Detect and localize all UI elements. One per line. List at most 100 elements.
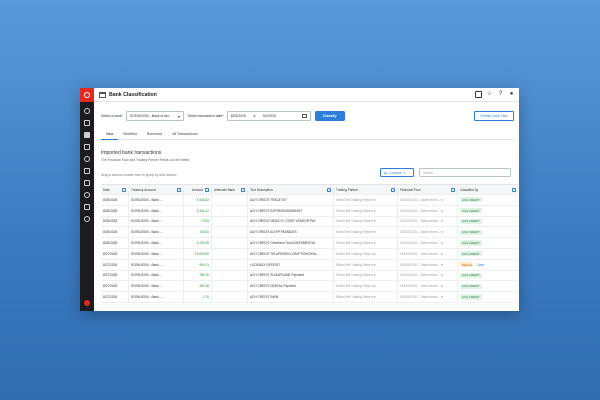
tab-all-transactions[interactable]: All Transactions (167, 129, 202, 140)
filter-icon[interactable] (512, 187, 516, 192)
trading-partner-value: Select the Trading Partner (336, 208, 374, 213)
trading-partner-select[interactable]: Select the Trading Partner ▾ (334, 281, 398, 292)
trading-partner-select[interactable]: Select the Trading Partner ▾ (334, 270, 398, 281)
financial-flow-select[interactable]: 0151010101 - Sales reven... ▾ (398, 238, 458, 248)
cell-amount: 786.20 (184, 270, 212, 281)
table-row[interactable]: 8/26/2026 SOFAUSON - Bank ... 4,004.52 ACH … (101, 195, 518, 206)
trading-partner-select[interactable]: Select the Trading Partner ▾ (334, 292, 398, 302)
column-header-financial-flow[interactable]: Financial Flow (398, 185, 458, 194)
column-header-classified-by[interactable]: Classified by (458, 185, 518, 194)
table-row[interactable]: 8/26/2026 SOFAUSON - Bank ... 100.51 ACH CR… (101, 227, 518, 239)
chevron-down-icon: ▾ (441, 273, 443, 278)
status-badge: ACH CREDIT (460, 229, 482, 235)
tab-new[interactable]: New (101, 129, 119, 140)
help-icon[interactable]: ? (497, 91, 504, 98)
trading-partner-select[interactable]: Select the Trading Partner ▾ (334, 259, 398, 270)
column-header-date[interactable]: Date (101, 185, 129, 194)
trading-partner-select[interactable]: Select the Trading Partner ▾ (334, 195, 398, 205)
financial-flow-select[interactable]: 0151010101 - Sales reven... ▾ (398, 248, 458, 259)
trading-partner-select[interactable]: Select the Trading Partner ▾ (334, 205, 398, 216)
notifications-icon[interactable] (84, 216, 90, 222)
reports-icon[interactable] (84, 144, 90, 150)
cell-date: 8/26/2026 (101, 216, 129, 227)
filter-icon[interactable] (327, 187, 331, 192)
column-header-amount[interactable]: Amount (184, 185, 212, 194)
cell-date: 8/26/2026 (101, 238, 129, 248)
bank-select[interactable]: SOFAUSON - Bank of Am... ▾ (125, 111, 184, 121)
dashboard-icon[interactable] (84, 108, 90, 114)
filter-icon[interactable] (122, 187, 126, 192)
user-icon[interactable]: ● (508, 91, 515, 98)
cell-description: ACH CREDIT Cleveland Trust INVESMENTAL (248, 238, 334, 248)
star-icon[interactable]: ☆ (486, 91, 493, 98)
table-row[interactable]: 8/27/2026 SOFAUSON - Bank ... 786.20 ACH CR… (101, 270, 518, 282)
tab-removed[interactable]: Removed (142, 129, 167, 140)
cell-account: SOFAUSON - Bank ... (129, 248, 184, 259)
table-row[interactable]: 8/26/2026 SOFAUSON - Bank ... 70.84 ACH CRE… (101, 216, 518, 228)
financial-flow-select[interactable]: 0151010101 - Sales reven... ▾ (398, 216, 458, 227)
cashflow-icon[interactable] (84, 156, 90, 162)
brand-logo[interactable] (80, 88, 94, 102)
table-row[interactable]: 8/26/2026 SOFAUSON - Bank ... 1,240.99 ACH … (101, 238, 518, 249)
chevron-down-icon: ▾ (403, 170, 406, 175)
table-row[interactable]: 8/27/2026 SOFAUSON - Bank ... 13,829.90 ACH… (101, 248, 518, 260)
table-row[interactable]: 8/27/2026 SOFAUSON - Bank ... 994.01 LOCKBO… (101, 259, 518, 271)
financial-flow-select[interactable]: 0151010101 - Sales reven... ▾ (398, 270, 458, 281)
filter-icon[interactable] (241, 187, 245, 192)
cell-account: SOFAUSON - Bank ... (129, 238, 184, 248)
documents-icon[interactable] (84, 168, 90, 174)
filter-icon[interactable] (205, 187, 209, 192)
financial-flow-select[interactable]: 0151010101 - Sales reven... ▾ (398, 259, 458, 270)
payments-icon[interactable] (84, 180, 90, 186)
financial-flow-select[interactable]: 0151010101 - Sales reven... ▾ (398, 292, 458, 302)
trading-partner-select[interactable]: Select the Trading Partner ▾ (334, 216, 398, 227)
cell-classified-by: ACH CREDIT (458, 195, 518, 205)
financial-flow-select[interactable]: 0151010101 - Sales reven... ▾ (398, 205, 458, 216)
table-row[interactable]: 8/26/2026 SOFAUSON - Bank ... 4,444.12 ACH … (101, 205, 518, 217)
cell-classified-by: ACH CREDIT (458, 238, 518, 248)
chevron-down-icon: ▾ (441, 219, 443, 224)
toolbar-icons: ☆ ? ● (475, 91, 515, 98)
column-header-trading-partner[interactable]: Trading Partner (334, 185, 398, 194)
filter-icon[interactable] (177, 187, 181, 192)
cell-amount: 4,444.12 (184, 205, 212, 216)
clear-link[interactable]: Clear (476, 263, 484, 267)
cell-amount: 4,004.52 (184, 195, 212, 205)
column-header-description[interactable]: Text Description (248, 185, 334, 194)
column-header-alternate-bank[interactable]: Alternate Bank (212, 185, 248, 194)
calendar-icon[interactable] (475, 91, 482, 98)
bank-icon[interactable] (84, 132, 90, 138)
chevron-down-icon: ▾ (374, 208, 376, 213)
cell-amount: 100.51 (184, 227, 212, 238)
trading-partner-select[interactable]: Select the Trading Partner ▾ (334, 248, 398, 259)
status-badge: ACH CREDIT (460, 218, 482, 225)
date-range-picker[interactable]: 8/23/2026 ➜ 9/1/2026 (226, 111, 311, 121)
title-bar: Bank Classification ☆ ? ● (94, 88, 519, 102)
status-badge: ACH CREDIT (460, 208, 482, 214)
columns-button[interactable]: ▤ Columns ▾ (380, 168, 414, 177)
cell-date: 8/27/2026 (101, 281, 129, 292)
filter-icon[interactable] (391, 187, 395, 192)
financial-flow-value: 0151010101 - Sales reven... (400, 251, 441, 256)
column-header-account[interactable]: Treasury Account (129, 185, 184, 194)
table-row[interactable]: 8/27/2026 SOFAUSON - Bank ... 480.38 ACH CR… (101, 281, 518, 293)
settings-icon[interactable] (84, 204, 90, 210)
filter-icon[interactable] (451, 187, 455, 192)
classify-button[interactable]: Classify (314, 111, 345, 121)
chevron-down-icon: ▾ (441, 262, 443, 267)
status-badge: ACH CREDIT (460, 197, 482, 203)
tab-modified[interactable]: Modified (118, 129, 142, 140)
accounts-icon[interactable] (84, 120, 90, 126)
table-row[interactable]: 8/27/2026 SOFAUSON - Bank ... 1.76 ACH CRED… (101, 292, 518, 303)
cell-amount: 1,240.99 (184, 238, 212, 248)
chevron-down-icon: ▾ (441, 197, 443, 202)
financial-flow-select[interactable]: 0151010101 - Sales reven... ▾ (398, 195, 458, 205)
publish-cash-flow-button[interactable]: Publish Cash Flow (474, 111, 514, 121)
trading-partner-select[interactable]: Select the Trading Partner ▾ (334, 227, 398, 238)
financial-flow-select[interactable]: 0151010101 - Sales reven... ▾ (398, 281, 458, 292)
financial-flow-select[interactable]: 0151010101 - Sales reven... ▾ (398, 227, 458, 238)
forecast-icon[interactable] (84, 192, 90, 198)
filter-bar: Select a bank* SOFAUSON - Bank of Am... … (101, 110, 514, 122)
trading-partner-select[interactable]: Select the Trading Partner ▾ (334, 238, 398, 248)
search-input[interactable]: Search (419, 168, 511, 177)
